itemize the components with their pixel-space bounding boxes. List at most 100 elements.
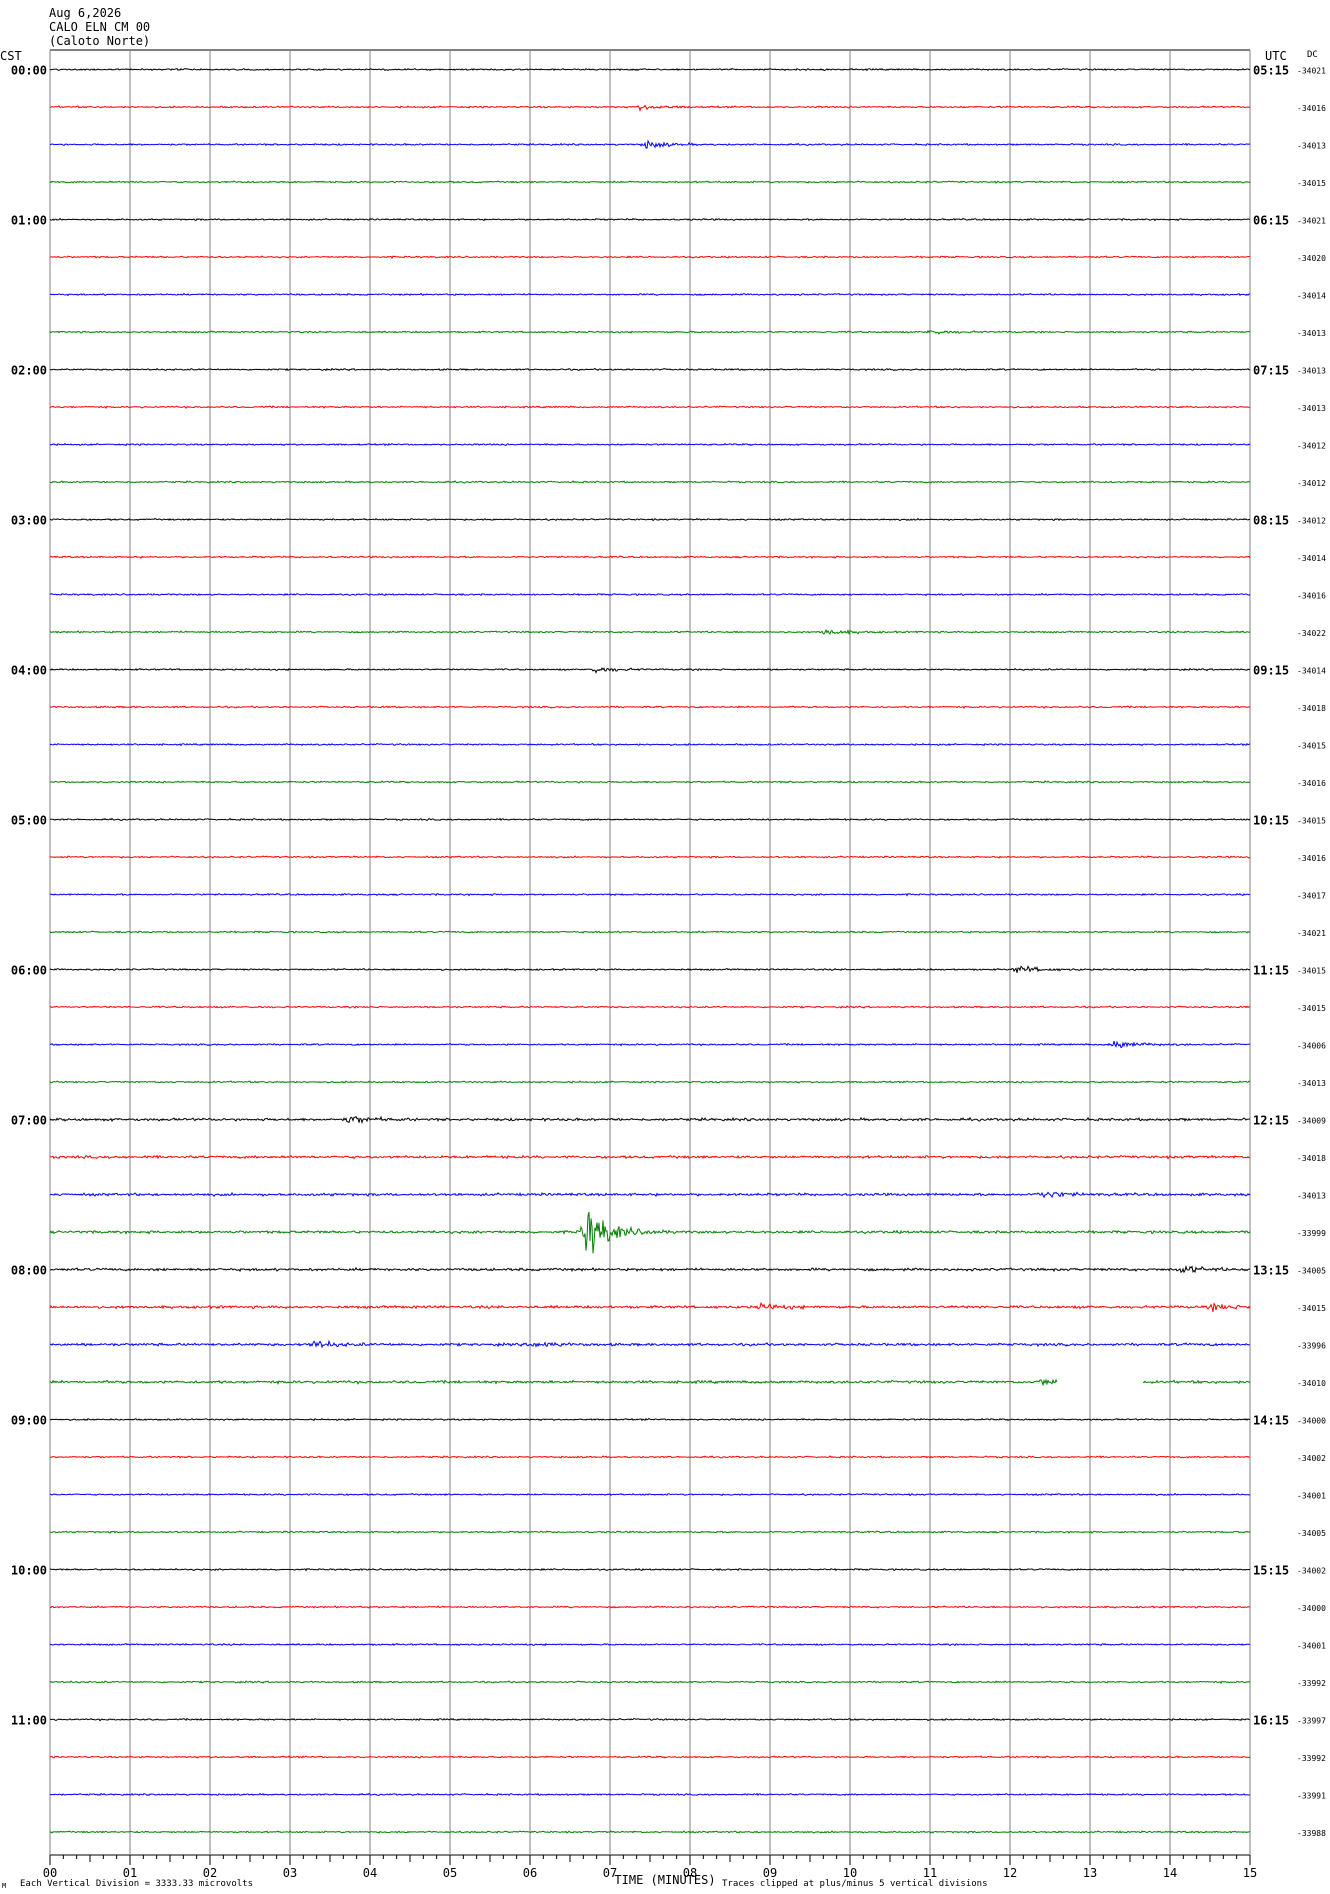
seismic-trace	[49, 1605, 1251, 1609]
hour-label-left: 08:00	[11, 1264, 47, 1278]
seismic-trace	[49, 855, 1251, 859]
hour-label-right: 14:15	[1253, 1414, 1289, 1428]
seismic-trace	[49, 442, 1251, 447]
hour-label-left: 00:00	[11, 64, 47, 78]
hour-label-right: 07:15	[1253, 364, 1289, 378]
dc-offset-label: -33988	[1297, 1829, 1326, 1838]
dc-offset-label: -34001	[1297, 1492, 1326, 1501]
dc-offset-label: -34012	[1297, 442, 1326, 451]
dc-offset-label: -34021	[1297, 67, 1326, 76]
dc-offset-label: -34013	[1297, 1192, 1326, 1201]
seismic-trace	[49, 1264, 1251, 1274]
dc-offset-label: -34016	[1297, 854, 1326, 863]
hour-label-left: 04:00	[11, 664, 47, 678]
dc-offset-label: -34012	[1297, 479, 1326, 488]
dc-offset-label: -34015	[1297, 817, 1326, 826]
dc-offset-label: -34018	[1297, 1154, 1326, 1163]
helicorder-plot: 00 01 02 03 04 05 06 07 08 09 10 11 12 13 14 15-3402100…	[0, 49, 1326, 1890]
hour-label-right: 16:15	[1253, 1714, 1289, 1728]
x-tick-label: 12	[1003, 1866, 1017, 1880]
seismic-trace	[49, 1492, 1251, 1497]
dc-offset-label: -33991	[1297, 1792, 1326, 1801]
seismic-trace	[49, 180, 1251, 184]
x-tick-label: 02	[203, 1866, 217, 1880]
hour-label-left: 01:00	[11, 214, 47, 228]
hour-label-right: 15:15	[1253, 1564, 1289, 1578]
x-tick-label: 05	[443, 1866, 457, 1880]
x-tick-label: 09	[763, 1866, 777, 1880]
seismic-trace	[49, 67, 1251, 72]
dc-offset-label: -34013	[1297, 404, 1326, 413]
x-tick-label: 03	[283, 1866, 297, 1880]
dc-offset-label: -34002	[1297, 1567, 1326, 1576]
seismic-trace	[49, 217, 1251, 222]
dc-offset-label: -34014	[1297, 292, 1326, 301]
x-tick-label: 06	[523, 1866, 537, 1880]
clip-note: Traces clipped at plus/minus 5 vertical …	[722, 1879, 988, 1889]
seismic-trace	[49, 965, 1251, 973]
scale-note: Each Vertical Division = 3333.33 microvo…	[20, 1879, 253, 1889]
dc-offset-label: -34021	[1297, 217, 1326, 226]
seismic-trace	[49, 1301, 1251, 1312]
dc-offset-label: -34012	[1297, 517, 1326, 526]
logo-mark: M	[2, 1882, 6, 1890]
seismic-trace	[49, 1378, 1251, 1387]
seismic-trace	[49, 517, 1251, 522]
seismic-trace	[49, 555, 1251, 559]
hour-label-right: 06:15	[1253, 214, 1289, 228]
dc-offset-label: -34013	[1297, 142, 1326, 151]
x-tick-label: 14	[1163, 1866, 1177, 1880]
dc-offset-label: -34017	[1297, 892, 1326, 901]
dc-offset-label: -34014	[1297, 554, 1326, 563]
seismic-trace	[49, 1339, 1251, 1349]
dc-offset-label: -34018	[1297, 704, 1326, 713]
dc-offset-label: -34015	[1297, 1004, 1326, 1013]
dc-offset-label: -34000	[1297, 1604, 1326, 1613]
dc-offset-label: -34020	[1297, 254, 1326, 263]
seismic-trace	[49, 1040, 1251, 1049]
x-axis-label: TIME (MINUTES)	[614, 1873, 715, 1887]
dc-offset-label: -34005	[1297, 1267, 1326, 1276]
x-tick-label: 11	[923, 1866, 937, 1880]
left-timezone-label: CST	[0, 49, 22, 63]
seismic-trace	[49, 1567, 1251, 1572]
dc-offset-label: -34016	[1297, 104, 1326, 113]
seismic-trace	[49, 667, 1251, 674]
dc-offset-label: -34005	[1297, 1529, 1326, 1538]
dc-offset-label: -34010	[1297, 1379, 1326, 1388]
dc-offset-label: -34001	[1297, 1642, 1326, 1651]
seismic-trace	[49, 1830, 1251, 1834]
seismic-trace	[49, 480, 1251, 484]
seismic-trace	[49, 930, 1251, 934]
right-timezone-label: UTC	[1265, 49, 1287, 63]
seismic-trace	[49, 255, 1251, 259]
dc-offset-label: -34002	[1297, 1454, 1326, 1463]
hour-label-left: 09:00	[11, 1414, 47, 1428]
dc-offset-label: -34006	[1297, 1042, 1326, 1051]
seismic-trace	[49, 1717, 1251, 1722]
hour-label-left: 05:00	[11, 814, 47, 828]
dc-offset-label: -33996	[1297, 1342, 1326, 1351]
seismic-trace	[49, 1680, 1251, 1685]
seismic-trace	[49, 1642, 1251, 1647]
seismic-trace	[49, 1154, 1251, 1160]
x-tick-label: 01	[123, 1866, 137, 1880]
hour-label-left: 02:00	[11, 364, 47, 378]
dc-offset-label: -34013	[1297, 1079, 1326, 1088]
dc-offset-label: -34021	[1297, 929, 1326, 938]
hour-label-left: 06:00	[11, 964, 47, 978]
dc-offset-label: -34000	[1297, 1417, 1326, 1426]
seismic-trace	[49, 1211, 1251, 1254]
seismic-trace	[49, 1191, 1251, 1199]
hour-label-right: 09:15	[1253, 664, 1289, 678]
dc-offset-label: -34015	[1297, 967, 1326, 976]
dc-offset-label: -34009	[1297, 1117, 1326, 1126]
seismic-trace	[49, 892, 1251, 897]
seismic-trace	[49, 1755, 1251, 1759]
seismic-trace	[49, 1080, 1251, 1084]
x-tick-label: 15	[1243, 1866, 1257, 1880]
hour-label-right: 05:15	[1253, 64, 1289, 78]
seismic-trace	[49, 1455, 1251, 1459]
dc-label: DC	[1307, 50, 1318, 60]
dc-offset-label: -34013	[1297, 367, 1326, 376]
